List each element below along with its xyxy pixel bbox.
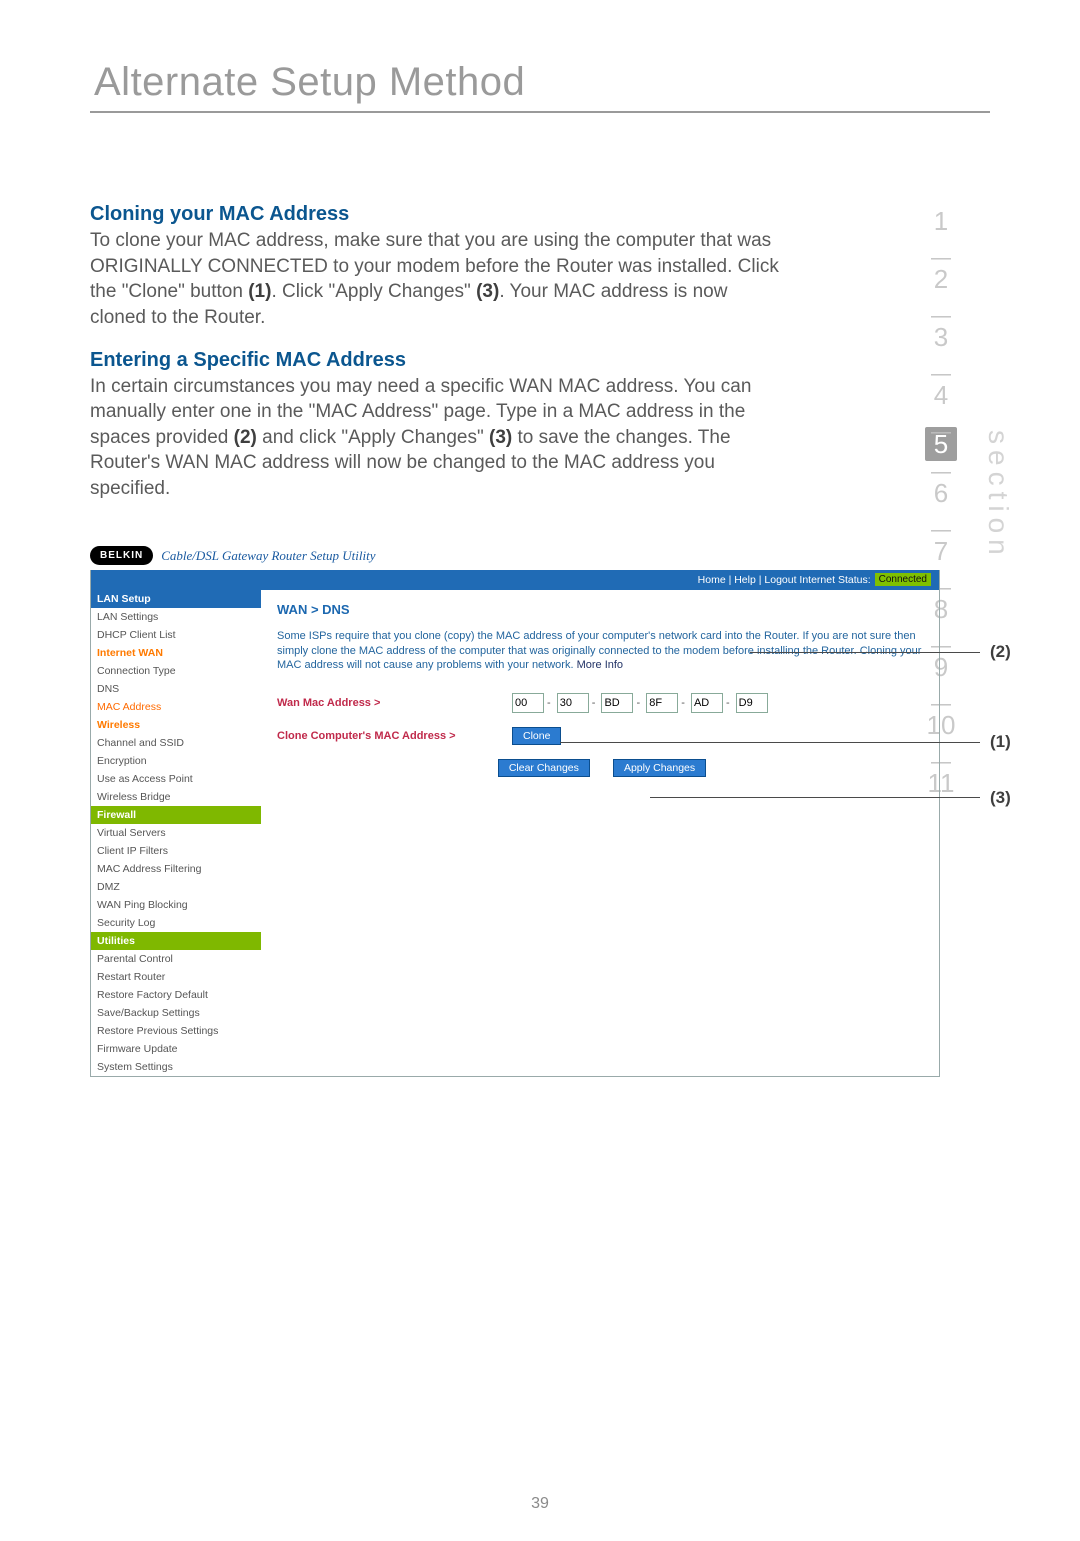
sidebar-item[interactable]: Restore Previous Settings: [91, 1022, 261, 1040]
apply-changes-button[interactable]: Apply Changes: [613, 759, 706, 777]
mac-octet-4[interactable]: [646, 693, 678, 713]
mac-octet-5[interactable]: [691, 693, 723, 713]
breadcrumb: WAN > DNS: [277, 602, 927, 617]
more-info-link[interactable]: More Info: [577, 659, 623, 671]
sidebar-item-mac-address[interactable]: MAC Address: [91, 698, 261, 716]
sidebar-item[interactable]: WAN Ping Blocking: [91, 896, 261, 914]
sidebar-item[interactable]: Connection Type: [91, 662, 261, 680]
top-bar: Home | Help | Logout Internet Status: Co…: [91, 570, 939, 590]
leader-line: [750, 652, 980, 653]
page-number: 39: [0, 1495, 1080, 1513]
sidebar-item[interactable]: Restart Router: [91, 968, 261, 986]
sidebar-item[interactable]: Channel and SSID: [91, 734, 261, 752]
sidebar-item[interactable]: Client IP Filters: [91, 842, 261, 860]
clone-button[interactable]: Clone: [512, 727, 561, 745]
sidebar-item[interactable]: LAN Settings: [91, 608, 261, 626]
topbar-links[interactable]: Home | Help | Logout Internet Status:: [698, 574, 871, 586]
mac-octet-3[interactable]: [601, 693, 633, 713]
sidebar-item[interactable]: Virtual Servers: [91, 824, 261, 842]
sidebar-item[interactable]: MAC Address Filtering: [91, 860, 261, 878]
sidebar-item[interactable]: DMZ: [91, 878, 261, 896]
mac-octet-1[interactable]: [512, 693, 544, 713]
sidebar-hdr-lan: LAN Setup: [91, 590, 261, 608]
heading-cloning: Cloning your MAC Address: [90, 203, 780, 226]
brand-badge: BELKIN: [90, 546, 153, 565]
callout-2: (2): [990, 642, 1011, 662]
main-panel: WAN > DNS Some ISPs require that you clo…: [261, 590, 939, 802]
sidebar-item[interactable]: Firmware Update: [91, 1040, 261, 1058]
sidebar-item[interactable]: Wireless Bridge: [91, 788, 261, 806]
para-entering: In certain circumstances you may need a …: [90, 374, 780, 502]
sidebar-item[interactable]: DNS: [91, 680, 261, 698]
clone-label: Clone Computer's MAC Address >: [277, 730, 512, 742]
sidebar-item[interactable]: Encryption: [91, 752, 261, 770]
sidebar-hdr-wireless: Wireless: [91, 716, 261, 734]
router-ui-screenshot: BELKIN Cable/DSL Gateway Router Setup Ut…: [90, 542, 940, 1077]
sidebar-hdr-wan: Internet WAN: [91, 644, 261, 662]
callout-3: (3): [990, 788, 1011, 808]
mac-input-group: - - - - -: [512, 693, 768, 713]
wan-mac-label: Wan Mac Address >: [277, 697, 512, 709]
sidebar-item[interactable]: DHCP Client List: [91, 626, 261, 644]
sidebar: LAN Setup LAN Settings DHCP Client List …: [91, 590, 261, 1076]
sidebar-item[interactable]: Save/Backup Settings: [91, 1004, 261, 1022]
sidebar-item[interactable]: Restore Factory Default: [91, 986, 261, 1004]
sidebar-item[interactable]: Parental Control: [91, 950, 261, 968]
sidebar-item[interactable]: Security Log: [91, 914, 261, 932]
sidebar-hdr-firewall: Firewall: [91, 806, 261, 824]
internet-status: Connected: [875, 573, 931, 586]
page-title: Alternate Setup Method: [94, 60, 990, 105]
sidebar-hdr-utilities: Utilities: [91, 932, 261, 950]
leader-line: [560, 742, 980, 743]
heading-entering: Entering a Specific MAC Address: [90, 349, 780, 372]
sidebar-item[interactable]: System Settings: [91, 1058, 261, 1076]
wan-mac-row: Wan Mac Address > - - - - -: [277, 693, 927, 713]
para-cloning: To clone your MAC address, make sure tha…: [90, 228, 780, 331]
leader-line: [650, 797, 980, 798]
clear-changes-button[interactable]: Clear Changes: [498, 759, 590, 777]
mac-octet-2[interactable]: [557, 693, 589, 713]
sidebar-item[interactable]: Use as Access Point: [91, 770, 261, 788]
title-rule: [90, 111, 990, 113]
mac-octet-6[interactable]: [736, 693, 768, 713]
callout-1: (1): [990, 732, 1011, 752]
brand-tagline: Cable/DSL Gateway Router Setup Utility: [161, 548, 375, 564]
